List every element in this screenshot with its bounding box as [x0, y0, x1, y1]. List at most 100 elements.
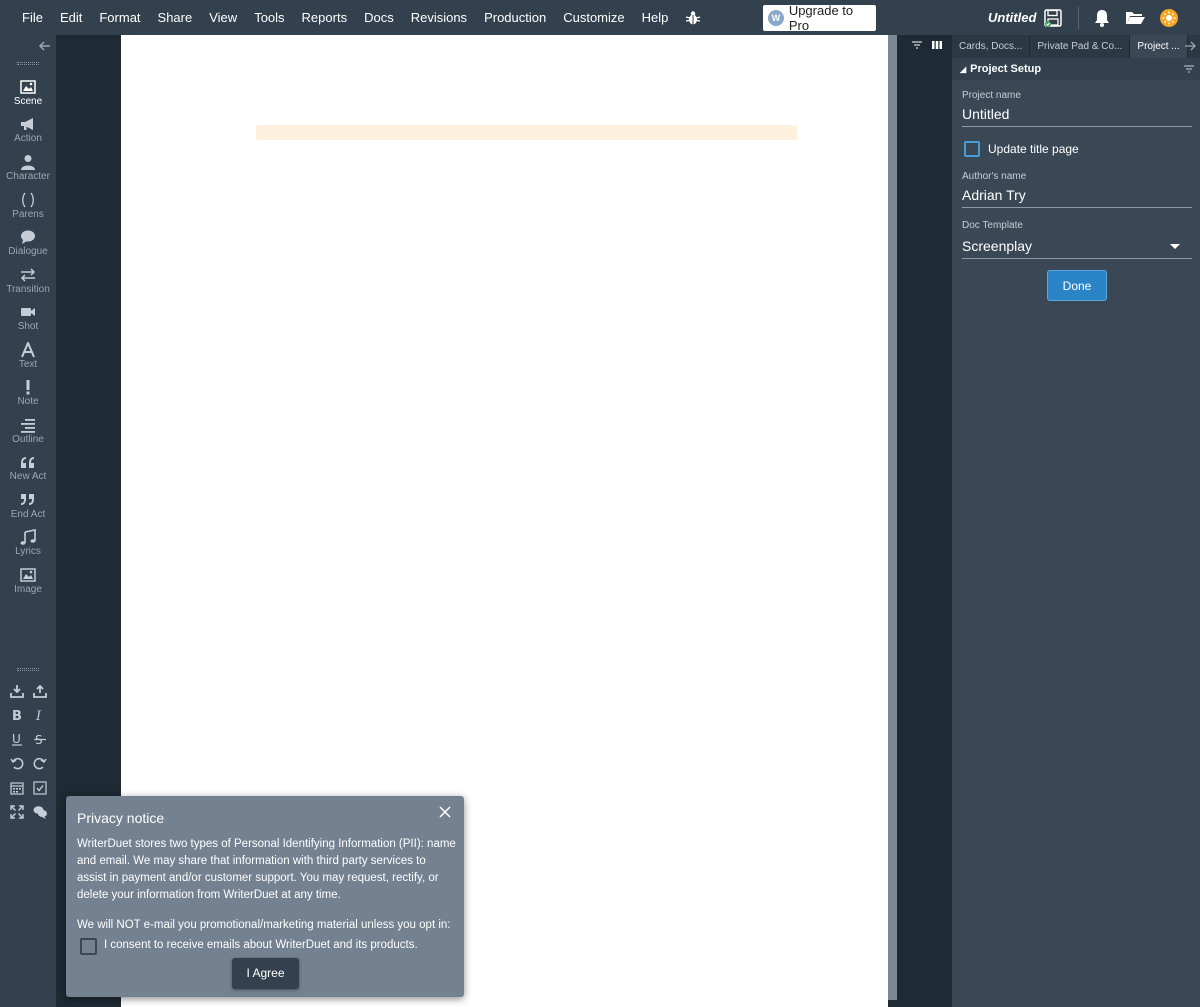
element-toolbar: Scene Action Character Parens Dialogue T…: [0, 35, 56, 1007]
format-row: [0, 805, 56, 819]
picture-icon: [20, 568, 36, 582]
italic-icon[interactable]: I: [33, 708, 47, 722]
menu-revisions[interactable]: Revisions: [402, 0, 475, 35]
section-title: Project Setup: [970, 63, 1042, 75]
update-title-page-label: Update title page: [988, 142, 1079, 156]
redo-icon[interactable]: [33, 756, 47, 770]
tool-label: Action: [14, 133, 42, 144]
menu-format[interactable]: Format: [91, 0, 149, 35]
tool-parens[interactable]: Parens: [0, 192, 56, 228]
panel-tabs: Cards, Docs... Private Pad & Co... Proje…: [952, 35, 1200, 58]
comments-icon[interactable]: [33, 805, 47, 819]
tool-end-act[interactable]: End Act: [0, 492, 56, 528]
menu-production[interactable]: Production: [476, 0, 555, 35]
folder-open-icon[interactable]: [1125, 8, 1145, 28]
swap-arrows-icon: [20, 268, 36, 282]
consent-label: I consent to receive emails about Writer…: [104, 939, 418, 951]
person-icon: [21, 155, 35, 170]
filter-lines-icon[interactable]: [912, 40, 922, 50]
undo-icon[interactable]: [9, 756, 24, 770]
svg-text:B: B: [12, 709, 22, 722]
tool-scene[interactable]: Scene: [0, 79, 56, 115]
done-button[interactable]: Done: [1047, 270, 1107, 301]
doc-template-select[interactable]: Screenplay: [962, 238, 1192, 259]
author-name-input[interactable]: Adrian Try: [962, 187, 1192, 208]
project-name-label: Project name: [962, 90, 1021, 101]
chevron-down-icon: [1170, 244, 1180, 249]
right-panel: Cards, Docs... Private Pad & Co... Proje…: [912, 35, 1200, 1007]
tool-label: Parens: [12, 209, 44, 220]
expand-right-arrow-icon[interactable]: [1184, 40, 1196, 52]
tool-outline[interactable]: Outline: [0, 417, 56, 453]
toolbar-grip[interactable]: [17, 62, 39, 65]
menu-tools[interactable]: Tools: [246, 0, 293, 35]
tool-transition[interactable]: Transition: [0, 267, 56, 303]
tool-lyrics[interactable]: Lyrics: [0, 529, 56, 565]
i-agree-button[interactable]: I Agree: [232, 958, 299, 989]
project-setup-header[interactable]: ◢ Project Setup: [952, 58, 1200, 80]
menu-help[interactable]: Help: [633, 0, 677, 35]
tool-character[interactable]: Character: [0, 154, 56, 190]
privacy-notice-dialog: Privacy notice WriterDuet stores two typ…: [66, 796, 464, 997]
author-name-label: Author's name: [962, 171, 1027, 182]
doc-template-label: Doc Template: [962, 220, 1023, 231]
menu-customize[interactable]: Customize: [555, 0, 633, 35]
tool-dialogue[interactable]: Dialogue: [0, 229, 56, 265]
collapse-left-arrow-icon[interactable]: [38, 39, 52, 53]
filter-lines-icon[interactable]: [1183, 63, 1195, 75]
menu-reports[interactable]: Reports: [293, 0, 356, 35]
user-avatar-icon[interactable]: [1159, 8, 1179, 28]
menu-share[interactable]: Share: [149, 0, 201, 35]
doc-template-value: Screenplay: [962, 238, 1033, 254]
tool-label: Scene: [13, 96, 43, 107]
video-camera-icon: [21, 308, 35, 316]
project-name-input[interactable]: Untitled: [962, 106, 1192, 127]
toolbar-separator: [1078, 7, 1079, 29]
expand-icon[interactable]: [9, 805, 24, 819]
tab-project[interactable]: Project ...: [1130, 35, 1188, 58]
close-icon[interactable]: [439, 806, 451, 818]
menu-view[interactable]: View: [201, 0, 246, 35]
svg-text:I: I: [35, 709, 42, 722]
menu-file[interactable]: File: [0, 0, 51, 35]
scene-heading-line[interactable]: [256, 125, 797, 140]
bell-icon[interactable]: [1092, 8, 1112, 28]
tool-label: Dialogue: [8, 246, 48, 257]
export-icon[interactable]: [32, 684, 47, 698]
megaphone-icon: [21, 118, 33, 130]
tab-private-pad[interactable]: Private Pad & Co...: [1030, 35, 1131, 58]
save-icon[interactable]: [1043, 8, 1063, 28]
tab-cards-docs[interactable]: Cards, Docs...: [952, 35, 1031, 58]
dialog-title: Privacy notice: [77, 810, 165, 826]
strikethrough-icon[interactable]: S: [33, 732, 47, 746]
tool-text[interactable]: Text: [0, 342, 56, 378]
menu-edit[interactable]: Edit: [51, 0, 90, 35]
tool-shot[interactable]: Shot: [0, 304, 56, 340]
update-title-page-checkbox[interactable]: [964, 141, 980, 157]
menu-docs[interactable]: Docs: [356, 0, 403, 35]
tool-note[interactable]: Note: [0, 379, 56, 415]
panel-controls: [912, 40, 942, 50]
checklist-icon[interactable]: [32, 781, 47, 795]
tool-label: Character: [6, 171, 50, 182]
bug-icon[interactable]: [685, 10, 701, 26]
format-row: U S: [0, 732, 56, 746]
optin-text: We will NOT e-mail you promotional/marke…: [77, 919, 451, 931]
consent-checkbox[interactable]: [80, 938, 97, 955]
writerduet-logo-icon: W: [768, 10, 784, 26]
editor-scrollbar[interactable]: [888, 35, 897, 1000]
underline-icon[interactable]: U: [10, 732, 24, 746]
columns-icon[interactable]: [932, 40, 942, 50]
import-icon[interactable]: [9, 684, 24, 698]
tool-image[interactable]: Image: [0, 567, 56, 603]
tool-action[interactable]: Action: [0, 116, 56, 152]
outline-icon: [21, 419, 35, 433]
upgrade-label: Upgrade to Pro: [788, 3, 854, 33]
document-title[interactable]: Untitled: [988, 0, 1036, 35]
editor-gutter-right: [897, 35, 952, 1007]
bold-icon[interactable]: B: [10, 708, 24, 722]
calendar-icon[interactable]: [9, 781, 24, 795]
upgrade-to-pro-button[interactable]: W Upgrade to Pro: [763, 3, 876, 33]
toolbar-grip[interactable]: [17, 668, 39, 671]
tool-new-act[interactable]: New Act: [0, 454, 56, 490]
